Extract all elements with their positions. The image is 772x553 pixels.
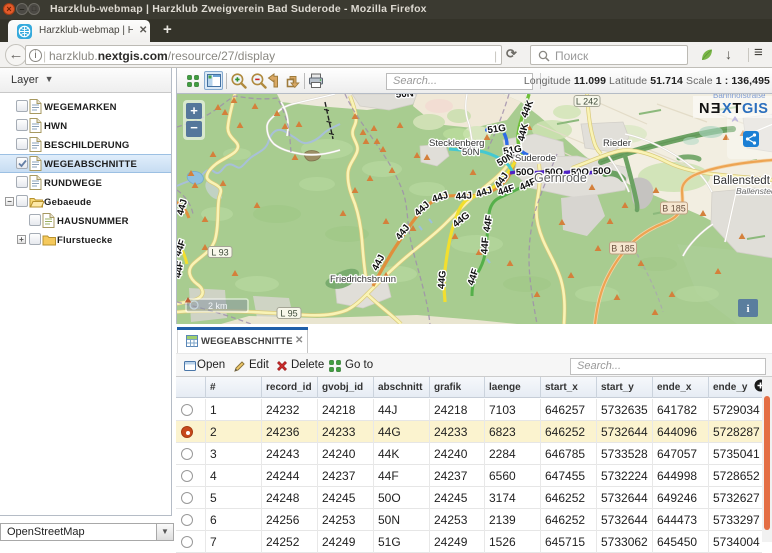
svg-text:Gernrode: Gernrode [534,171,587,185]
svg-text:B 185: B 185 [611,244,635,254]
svg-text:Friedrichsbrunn: Friedrichsbrunn [330,274,396,285]
svg-text:50O: 50O [516,167,534,179]
svg-text:L 242: L 242 [576,97,598,107]
svg-text:Ballenstedt: Ballenstedt [736,186,772,196]
svg-text:44F: 44F [479,237,491,255]
svg-text:i: i [746,303,749,315]
svg-text:−: − [190,120,198,135]
svg-text:L 93: L 93 [211,248,228,258]
svg-text:E: E [711,101,721,117]
svg-text:44G: 44G [436,270,449,290]
svg-text:B 185: B 185 [662,204,686,214]
svg-text:N: N [699,101,709,117]
svg-text:Bahnhofstraße: Bahnhofstraße [713,94,766,100]
svg-text:Rieder: Rieder [603,138,631,149]
svg-text:+: + [190,103,198,118]
svg-text:2 km: 2 km [208,301,228,311]
svg-text:L 95: L 95 [280,309,297,319]
svg-text:50O: 50O [593,166,611,178]
svg-text:'Suderode: 'Suderode [513,153,556,164]
svg-text:44J: 44J [455,190,472,202]
svg-text:50N: 50N [462,147,480,158]
